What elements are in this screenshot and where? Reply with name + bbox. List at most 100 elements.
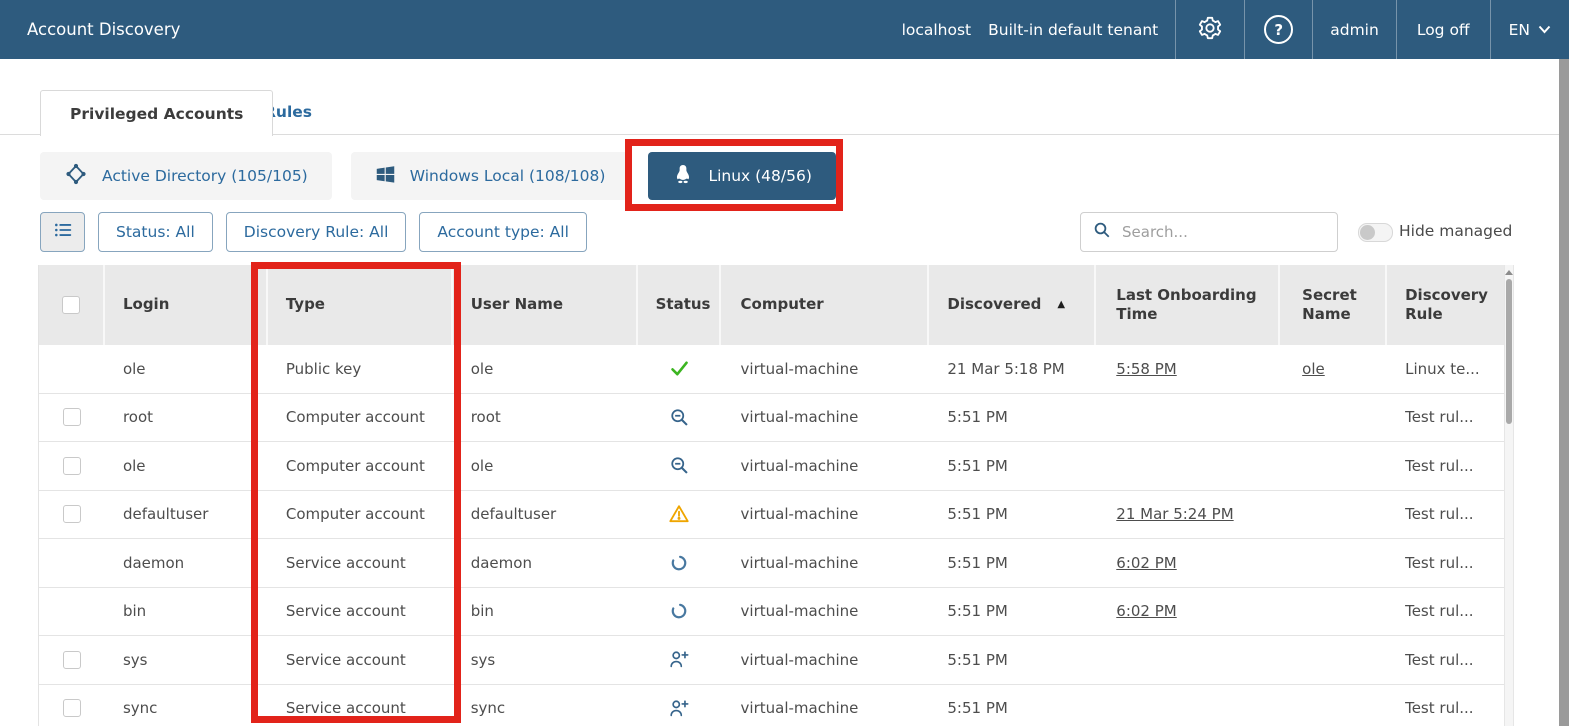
active-directory-source-button[interactable]: Active Directory (105/105)	[40, 152, 332, 200]
status-filter[interactable]: Status: All	[98, 212, 213, 252]
user-add-icon	[668, 649, 690, 671]
table-row[interactable]: daemonService accountdaemonvirtual-machi…	[39, 539, 1504, 588]
page-scrollbar-thumb[interactable]	[1559, 59, 1569, 726]
gear-icon	[1197, 15, 1223, 45]
column-header-type[interactable]: Type	[268, 265, 453, 345]
source-buttons: Active Directory (105/105) Windows Local…	[40, 152, 836, 200]
computer-cell: virtual-machine	[721, 408, 930, 426]
select-all-checkbox-cell[interactable]	[39, 265, 105, 345]
table-scrollbar[interactable]	[1504, 265, 1514, 726]
row-checkbox[interactable]	[63, 651, 81, 669]
last-onboarding-link[interactable]: 6:02 PM	[1116, 602, 1176, 620]
row-checkbox-cell[interactable]	[39, 408, 105, 426]
zoom-out-icon	[668, 455, 690, 477]
windows-local-source-button[interactable]: Windows Local (108/108)	[351, 152, 630, 200]
discovered-cell: 5:51 PM	[929, 457, 1096, 475]
type-cell: Computer account	[268, 505, 453, 523]
scroll-up-arrow-icon[interactable]	[1505, 270, 1513, 275]
user-menu[interactable]: admin	[1313, 0, 1396, 59]
status-cell	[638, 600, 721, 622]
table-row[interactable]: defaultuserComputer accountdefaultuser vi…	[39, 491, 1504, 540]
column-header-user-name[interactable]: User Name	[453, 265, 638, 345]
user-name-cell: ole	[453, 457, 638, 475]
tab-privileged-accounts[interactable]: Privileged Accounts	[40, 90, 273, 136]
chevron-down-icon	[1538, 25, 1551, 34]
column-header-status[interactable]: Status	[638, 265, 721, 345]
status-cell	[638, 406, 721, 428]
discovered-cell: 21 Mar 5:18 PM	[929, 360, 1096, 378]
row-checkbox[interactable]	[63, 408, 81, 426]
discovery-rule-cell: Test rul...	[1387, 651, 1504, 669]
zoom-out-icon	[668, 406, 690, 428]
login-cell: daemon	[105, 554, 268, 572]
account-type-filter[interactable]: Account type: All	[419, 212, 587, 252]
secret-name-cell: ole	[1280, 360, 1387, 378]
discovery-rule-cell: Test rul...	[1387, 408, 1504, 426]
column-header-discovery-rule[interactable]: Discovery Rule	[1387, 265, 1504, 345]
table-row[interactable]: binService accountbinvirtual-machine5:51…	[39, 588, 1504, 637]
last-onboarding-link[interactable]: 5:58 PM	[1116, 360, 1176, 378]
type-cell: Service account	[268, 651, 453, 669]
type-cell: Service account	[268, 699, 453, 717]
column-header-computer[interactable]: Computer	[721, 265, 930, 345]
login-cell: defaultuser	[105, 505, 268, 523]
list-icon	[52, 219, 74, 245]
login-cell: ole	[105, 360, 268, 378]
login-cell: bin	[105, 602, 268, 620]
computer-cell: virtual-machine	[721, 505, 930, 523]
login-cell: ole	[105, 457, 268, 475]
status-cell	[638, 358, 721, 380]
discovery-rule-filter[interactable]: Discovery Rule: All	[226, 212, 407, 252]
status-cell	[638, 697, 721, 719]
column-header-secret-name[interactable]: Secret Name	[1280, 265, 1387, 345]
discovered-cell: 5:51 PM	[929, 651, 1096, 669]
login-cell: sys	[105, 651, 268, 669]
row-checkbox[interactable]	[63, 699, 81, 717]
toggle-knob	[1360, 225, 1375, 240]
linux-source-button[interactable]: Linux (48/56)	[648, 152, 835, 200]
user-name-cell: root	[453, 408, 638, 426]
discovered-cell: 5:51 PM	[929, 699, 1096, 717]
last-onboarding-link[interactable]: 6:02 PM	[1116, 554, 1176, 572]
hide-managed-toggle[interactable]	[1358, 223, 1393, 242]
discovered-cell: 5:51 PM	[929, 554, 1096, 572]
discovery-rule-cell: Test rul...	[1387, 505, 1504, 523]
language-selector[interactable]: EN	[1491, 0, 1569, 59]
user-name-cell: defaultuser	[453, 505, 638, 523]
discovery-rule-cell: Test rul...	[1387, 602, 1504, 620]
secret-name-link[interactable]: ole	[1302, 360, 1325, 378]
account-discovery-page: Account Discovery localhost Built-in def…	[0, 0, 1569, 726]
settings-button[interactable]	[1176, 0, 1244, 59]
row-checkbox-cell[interactable]	[39, 457, 105, 475]
computer-cell: virtual-machine	[721, 699, 930, 717]
table-row[interactable]: rootComputer accountrootvirtual-machine5…	[39, 394, 1504, 443]
row-checkbox[interactable]	[63, 457, 81, 475]
column-header-login[interactable]: Login	[105, 265, 268, 345]
progress-icon	[668, 552, 690, 574]
last-onboarding-link[interactable]: 21 Mar 5:24 PM	[1116, 505, 1233, 523]
table-scrollbar-thumb[interactable]	[1506, 279, 1512, 424]
computer-cell: virtual-machine	[721, 602, 930, 620]
logoff-button[interactable]: Log off	[1397, 0, 1490, 59]
table-row[interactable]: syncService accountsync virtual-machine5:…	[39, 685, 1504, 726]
table-row[interactable]: sysService accountsysvirtual-machine5:51…	[39, 636, 1504, 685]
table-row[interactable]: oleComputer accountolevirtual-machine5:5…	[39, 442, 1504, 491]
windows-icon	[375, 164, 396, 189]
row-checkbox-cell[interactable]	[39, 505, 105, 523]
row-checkbox-cell[interactable]	[39, 651, 105, 669]
linux-penguin-icon	[672, 163, 694, 189]
table-row[interactable]: olePublic keyolevirtual-machine21 Mar 5:…	[39, 345, 1504, 394]
login-cell: sync	[105, 699, 268, 717]
help-button[interactable]: ?	[1245, 0, 1312, 59]
row-checkbox-cell[interactable]	[39, 699, 105, 717]
row-checkbox[interactable]	[63, 505, 81, 523]
column-header-discovered[interactable]: Discovered ▲	[929, 265, 1096, 345]
search-icon	[1093, 221, 1111, 243]
user-name-cell: sync	[453, 699, 638, 717]
column-header-last-onboarding-time[interactable]: Last Onboarding Time	[1096, 265, 1280, 345]
computer-cell: virtual-machine	[721, 554, 930, 572]
page-scrollbar[interactable]	[1559, 59, 1569, 726]
column-settings-button[interactable]	[40, 212, 85, 252]
search-input[interactable]	[1120, 222, 1325, 242]
select-all-checkbox[interactable]	[62, 296, 80, 314]
